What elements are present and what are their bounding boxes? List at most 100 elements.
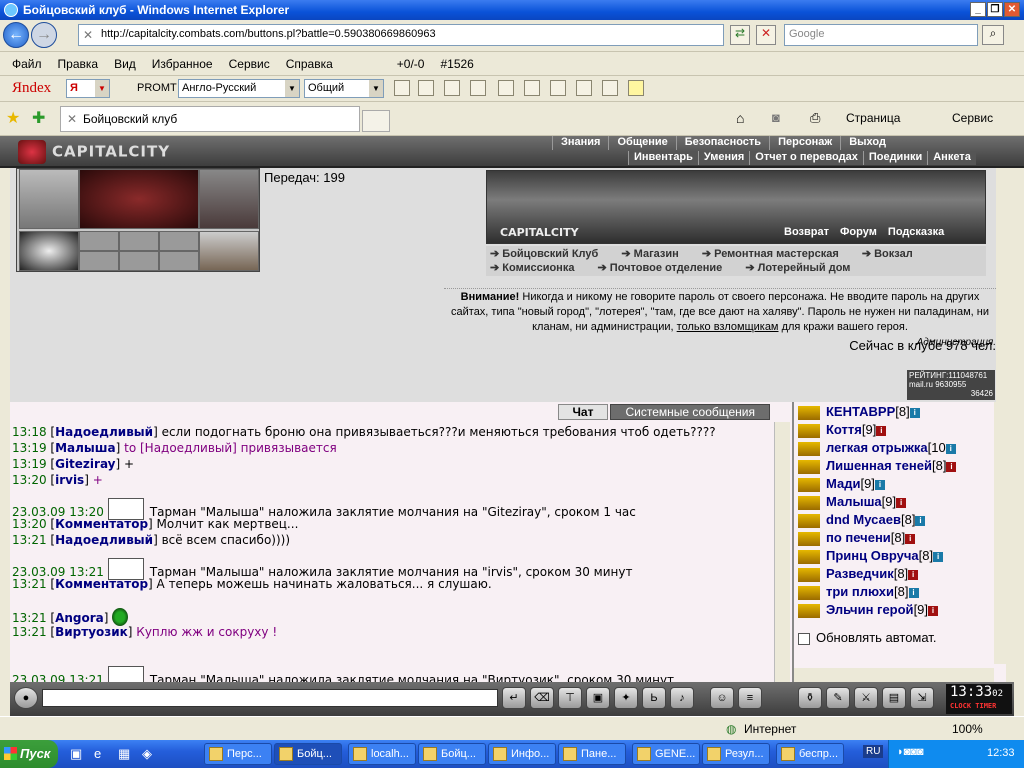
private-message-icon[interactable] — [798, 423, 820, 438]
chat-time[interactable]: 13:20 — [12, 473, 47, 487]
chat-time[interactable]: 13:19 — [12, 457, 47, 471]
taskbar-task[interactable]: Пане... — [558, 743, 626, 765]
quicklaunch-icon[interactable]: ▣ — [70, 746, 82, 762]
menu-transfers-report[interactable]: Отчет о переводах — [749, 151, 863, 165]
private-message-icon[interactable] — [798, 441, 820, 456]
scroll-icon[interactable]: ✎ — [826, 687, 850, 709]
chat-nick[interactable]: Надоедливый — [55, 425, 153, 439]
loc-lottery[interactable]: ➔ Лотерейный дом — [745, 262, 860, 274]
tools-icon[interactable] — [602, 80, 618, 96]
user-list-item[interactable]: Малыша[9] i — [798, 494, 907, 512]
desktop-icon[interactable]: ▦ — [118, 746, 130, 762]
menu-view[interactable]: Вид — [106, 57, 144, 71]
user-name[interactable]: по печени — [826, 530, 891, 545]
chat-scrollbar[interactable] — [774, 422, 790, 682]
chat-time[interactable]: 13:21 — [12, 577, 47, 591]
info-icon[interactable]: i — [915, 515, 926, 526]
user-name[interactable]: Лишенная теней — [826, 458, 932, 473]
menu-security[interactable]: Безопасность — [675, 136, 769, 150]
fighter-icon[interactable]: ✦ — [614, 687, 638, 709]
back-button[interactable]: ← — [3, 22, 29, 48]
legs-slot[interactable] — [199, 169, 259, 229]
private-message-icon[interactable] — [798, 603, 820, 618]
info-icon[interactable]: i — [909, 407, 920, 418]
taskbar-task[interactable]: GENE... — [632, 743, 700, 765]
menu-inventory[interactable]: Инвентарь — [628, 151, 698, 165]
taskbar-task[interactable]: Бойц... — [418, 743, 486, 765]
clear-icon[interactable]: ⌫ — [530, 687, 554, 709]
chat-time[interactable]: 13:18 — [12, 425, 47, 439]
translation-topic-select[interactable]: Общий — [304, 79, 384, 98]
speed-icon[interactable]: ≡ — [738, 687, 762, 709]
info-icon[interactable]: i — [908, 569, 919, 580]
chat-time[interactable]: 13:21 — [12, 533, 47, 547]
tab-fight-club[interactable]: ✕ Бойцовский клуб — [60, 106, 360, 132]
user-list-item[interactable]: Лишенная теней[8] i — [798, 458, 957, 476]
filter-icon[interactable]: ⊤ — [558, 687, 582, 709]
potion-slot[interactable] — [119, 251, 159, 271]
copy-icon[interactable] — [524, 80, 540, 96]
tools-menu[interactable]: Сервис — [952, 111, 993, 125]
auto-refresh-checkbox[interactable]: Обновлять автомат. — [798, 630, 936, 645]
bag-icon[interactable]: ▤ — [882, 687, 906, 709]
chat-nick[interactable]: Надоедливый — [55, 533, 153, 547]
translation-direction-select[interactable]: Англо-Русский — [178, 79, 300, 98]
forward-button[interactable]: → — [31, 22, 57, 48]
menu-skills[interactable]: Умения — [697, 151, 749, 165]
user-list-item[interactable]: легкая отрыжка[10 i — [798, 440, 956, 458]
loc-station[interactable]: ➔ Вокзал — [862, 248, 923, 260]
private-message-icon[interactable] — [798, 549, 820, 564]
taskbar-task[interactable]: Резул... — [702, 743, 770, 765]
stop-icon[interactable]: ✕ — [756, 25, 776, 45]
chat-time[interactable]: 23.03.09 13:21 — [12, 673, 104, 682]
score-indicator[interactable]: +0/-0 — [389, 57, 433, 71]
user-list-item[interactable]: dnd Мусаев[8] i — [798, 512, 926, 530]
chat-nick[interactable]: Angora — [55, 611, 104, 625]
close-button[interactable]: ✕ — [1004, 2, 1020, 17]
ie-quicklaunch-icon[interactable]: e — [94, 746, 101, 761]
url-field[interactable]: ✕ http://capitalcity.combats.com/buttons… — [78, 24, 724, 46]
new-tab-button[interactable] — [362, 110, 390, 132]
chat-nick[interactable]: Виртуозик — [55, 625, 128, 639]
page-menu[interactable]: Страница — [846, 111, 900, 125]
menu-favorites[interactable]: Избранное — [144, 57, 221, 71]
armor-slot[interactable] — [19, 169, 79, 229]
search-input[interactable]: Google — [784, 24, 978, 46]
private-message-icon[interactable] — [798, 495, 820, 510]
minimize-button[interactable]: _ — [970, 2, 986, 17]
info-icon[interactable]: i — [933, 551, 944, 562]
link-hint[interactable]: Подсказка — [888, 226, 944, 238]
loc-repair[interactable]: ➔ Ремонтная мастерская — [702, 248, 849, 260]
user-list-item[interactable]: Принц Овруча[8] i — [798, 548, 944, 566]
sound-icon[interactable]: ♪ — [670, 687, 694, 709]
potion-slot[interactable] — [79, 251, 119, 271]
taskbar-task[interactable]: Перс... — [204, 743, 272, 765]
language-indicator[interactable]: RU — [863, 745, 884, 758]
ring-slot[interactable] — [119, 231, 159, 251]
menu-knowledge[interactable]: Знания — [552, 136, 608, 150]
chat-nick[interactable]: Малыша — [55, 441, 116, 455]
chat-nick[interactable]: Комментатор — [55, 517, 148, 531]
search-icon[interactable]: ⌕ — [982, 25, 1004, 45]
user-name[interactable]: Принц Овруча — [826, 548, 919, 563]
chat-time[interactable]: 13:20 — [12, 517, 47, 531]
ring-slot[interactable] — [159, 231, 199, 251]
private-message-icon[interactable] — [798, 477, 820, 492]
feeds-icon[interactable]: ◙ — [772, 110, 780, 125]
checkbox[interactable] — [798, 632, 810, 645]
list-icon[interactable] — [498, 80, 514, 96]
user-list-item[interactable]: три плюхи[8] i — [798, 584, 919, 602]
info-icon[interactable]: i — [928, 605, 939, 616]
chat-nick[interactable]: irvis — [55, 473, 84, 487]
user-list-item[interactable]: Эльчин герой[9] i — [798, 602, 939, 620]
belt-slot[interactable] — [19, 231, 79, 271]
info-icon[interactable]: i — [896, 497, 907, 508]
character-image[interactable] — [79, 169, 199, 229]
info-icon[interactable]: i — [946, 461, 957, 472]
user-name[interactable]: легкая отрыжка — [826, 440, 928, 455]
menu-edit[interactable]: Правка — [50, 57, 107, 71]
user-list-item[interactable]: КЕНТАВРР[8] i — [798, 404, 920, 422]
info-icon[interactable]: i — [905, 533, 916, 544]
clan-icon[interactable]: ⚔ — [854, 687, 878, 709]
menu-profile[interactable]: Анкета — [927, 151, 976, 165]
